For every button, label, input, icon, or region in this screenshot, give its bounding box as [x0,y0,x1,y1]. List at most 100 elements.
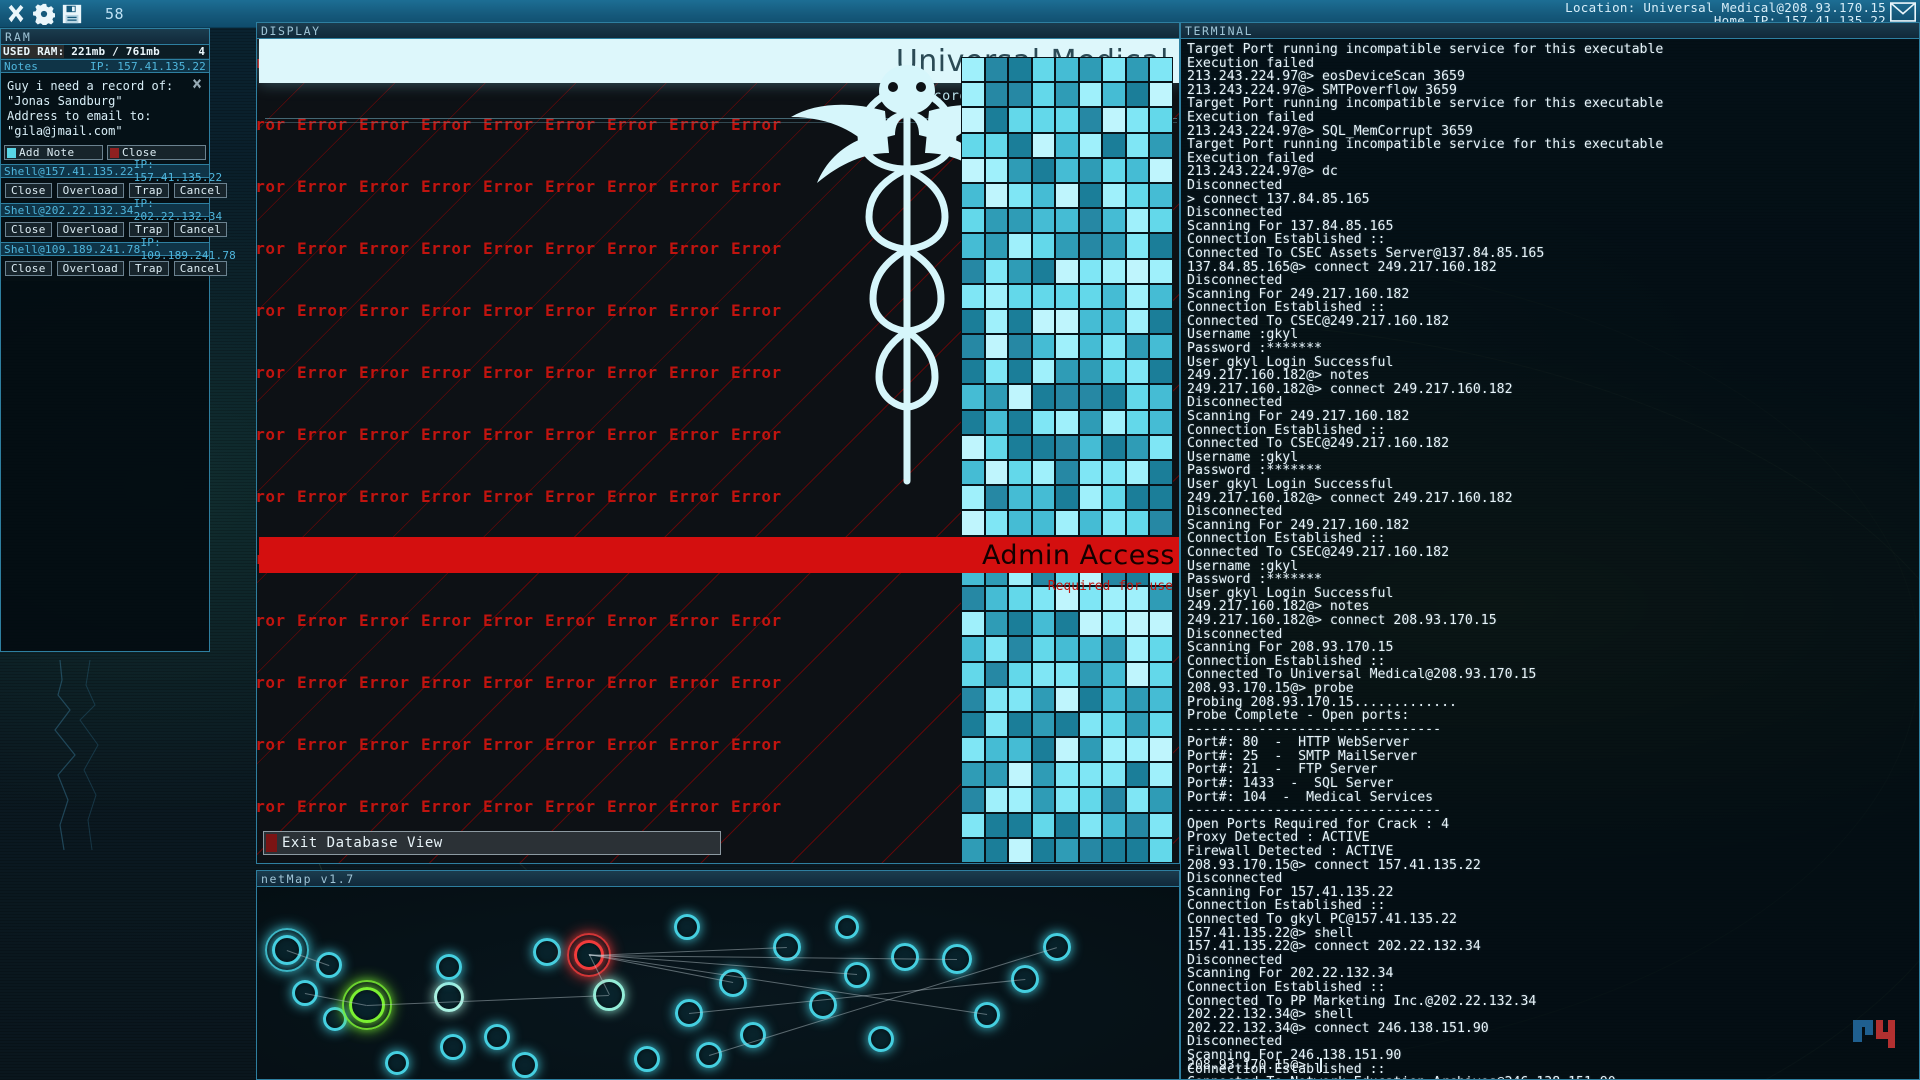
netmap-node[interactable] [436,954,462,980]
mail-icon[interactable] [1890,2,1916,22]
pixel-cell [1150,763,1172,787]
netmap-node[interactable] [484,1024,510,1050]
error-label: Error [257,363,286,382]
shell-trap-button-2[interactable]: Trap [129,261,169,276]
pixel-cell [1009,813,1031,837]
pixel-cell [1079,461,1102,485]
error-label: Error [607,301,658,320]
netmap-node[interactable] [974,1002,1000,1028]
shell-overload-button-0[interactable]: Overload [56,183,125,198]
pixel-cell [1079,58,1102,82]
pixel-cell [985,385,1008,409]
shell-close-button-0[interactable]: Close [5,183,52,198]
error-label: Error [669,797,720,816]
error-label: Error [607,797,658,816]
netmap-node[interactable] [674,914,700,940]
error-label: Error [669,487,720,506]
error-label: Error [669,177,720,196]
error-label: Error [421,239,472,258]
pixel-cell [1009,586,1031,611]
pixel-cell [1103,788,1125,812]
pixel-cell [1150,284,1172,308]
shell-cancel-button-2[interactable]: Cancel [173,261,228,276]
error-label: Error [257,797,286,816]
pixel-cell [1032,158,1055,182]
pixel-cell [1126,158,1149,182]
pixel-cell [962,360,984,384]
netmap-node[interactable] [891,943,919,971]
pixel-cell [1009,612,1031,636]
shell-overload-button-2[interactable]: Overload [56,261,125,276]
pixel-cell [1079,183,1102,208]
error-label: Error [359,487,410,506]
pixel-cell [962,83,984,107]
notes-body: Guy i need a record of: "Jonas Sandburg"… [1,73,209,141]
error-label: Error [607,425,658,444]
terminal-cursor [1320,1058,1323,1072]
netmap-node[interactable] [844,962,870,988]
display-panel-body: Error Error Error Error Error Error Error Error… [257,39,1179,863]
pixel-cell [962,435,984,459]
netmap-link [589,954,988,1015]
shell-trap-button-0[interactable]: Trap [129,183,169,198]
netmap-node[interactable] [385,1051,409,1075]
shell-cancel-button-0[interactable]: Cancel [173,183,228,198]
pixel-cell [962,586,984,611]
terminal-line: Password :******* [1187,341,1322,357]
pixel-cell [985,158,1008,182]
terminal-output: Target Port running incompatible service… [1187,43,1915,1079]
netmap-canvas[interactable] [257,887,1179,1079]
watermark-logo [1853,1020,1895,1048]
terminal-line: Connected To CSEC@249.217.160.182 [1187,544,1450,560]
close-icon[interactable] [5,3,27,25]
pixel-cell [985,209,1008,233]
error-label: Error [483,301,534,320]
pixel-cell [1150,335,1172,359]
error-label: Error [421,797,472,816]
pixel-cell [1032,612,1055,636]
netmap-node[interactable] [835,915,859,939]
netmap-node[interactable] [434,982,464,1012]
terminal-line: Connection Established :: [1187,979,1386,995]
terminal-body[interactable]: Target Port running incompatible service… [1181,39,1919,1079]
pixel-cell [1009,234,1031,258]
error-label: Error [669,735,720,754]
error-label: Error [421,363,472,382]
gear-icon[interactable] [33,3,55,25]
save-icon[interactable] [61,3,83,25]
shell-trap-button-1[interactable]: Trap [129,222,169,237]
pixel-cell [1150,209,1172,233]
pixel-cell [1009,788,1031,812]
pixel-cell [1103,763,1125,787]
netmap-node[interactable] [868,1026,894,1052]
netmap-node[interactable] [719,969,747,997]
pixel-cell [985,612,1008,636]
terminal-prompt[interactable]: 208.93.170.15@> [1187,1058,1323,1073]
close-note-button[interactable]: Close [107,145,206,160]
error-label: Error [669,611,720,630]
terminal-line: Disconnected [1187,205,1283,221]
shell-close-button-2[interactable]: Close [5,261,52,276]
netmap-node[interactable] [316,952,342,978]
netmap-node[interactable] [512,1052,538,1078]
error-label: Error [731,735,782,754]
exit-database-view-button[interactable]: Exit Database View [263,831,721,855]
netmap-node[interactable] [533,938,561,966]
pixel-cell [985,259,1008,283]
pixel-cell [1009,511,1031,535]
note-close-icon[interactable] [191,78,203,90]
ram-usage-bar: USED RAM: 221mb / 761mb 4 [1,45,209,59]
netmap-node[interactable] [809,991,837,1019]
pixel-cell [1079,385,1102,409]
pixel-cell [1126,435,1149,459]
shell-close-button-1[interactable]: Close [5,222,52,237]
shell-overload-button-1[interactable]: Overload [56,222,125,237]
add-note-button[interactable]: Add Note [4,145,103,160]
netmap-node[interactable] [634,1046,660,1072]
ram-count-label: 58 [105,4,125,23]
pixel-cell [1032,788,1055,812]
pixel-cell [1056,511,1078,535]
pixel-cell [1150,687,1172,711]
shell-cancel-button-1[interactable]: Cancel [173,222,228,237]
netmap-node[interactable] [440,1034,466,1060]
